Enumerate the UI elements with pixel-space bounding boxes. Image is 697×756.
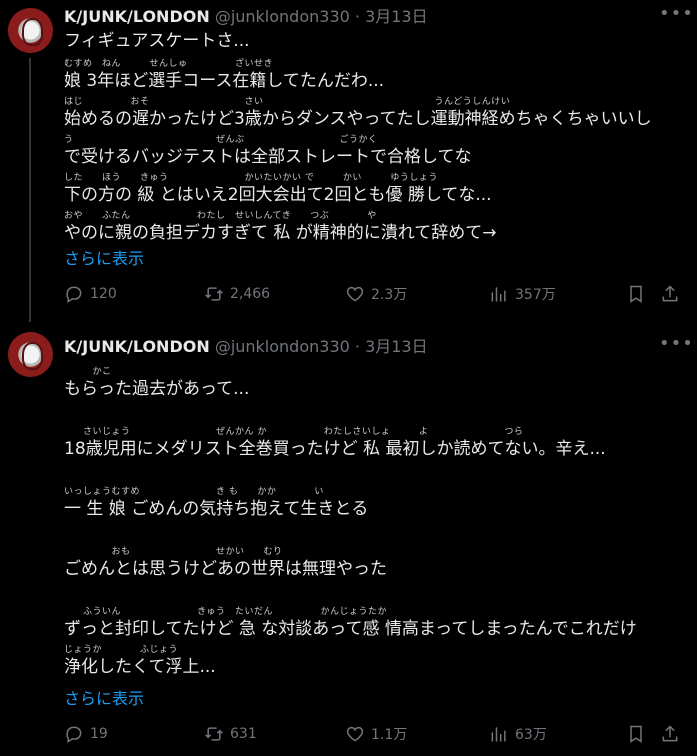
tweet-text: かこもらった過去があって... さいじょう ぜんかん か わたしさいしょ よ つ… xyxy=(64,364,689,677)
share-button[interactable] xyxy=(660,724,680,744)
bookmark-button[interactable] xyxy=(626,724,646,744)
text-line: はじ おそ さい うんどうしんけい始めるの遅かったけど3歳からダンスやってたし運… xyxy=(64,94,689,132)
ruby-text: ふういん きゅう たいだん かんじょうたか xyxy=(64,607,388,617)
text-line: じょうか ふじょう浄化したくて浮上... xyxy=(64,642,689,677)
views-count: 357万 xyxy=(515,287,556,303)
author-name[interactable]: K/JUNK/LONDON xyxy=(64,7,210,26)
text-line: う ぜんぶ ごうかくで受けるバッジテストは全部ストレートで合格してな xyxy=(64,132,689,170)
bookmark-icon xyxy=(630,285,642,303)
ruby-text: むすめ ねん せんしゅ ざいせき xyxy=(64,59,274,69)
heart-icon xyxy=(346,726,364,742)
avatar[interactable] xyxy=(8,8,53,53)
views-icon xyxy=(491,287,506,302)
tweet-text: フィギュアスケートさ... むすめ ねん せんしゅ ざいせき 娘 3年ほど選手コ… xyxy=(64,30,689,246)
ruby-text: した ほう きゅう かいたいかい で かい ゆうしょう xyxy=(64,173,438,183)
more-icon[interactable]: ••• xyxy=(659,5,693,28)
retweet-icon xyxy=(205,287,223,301)
more-icon[interactable]: ••• xyxy=(659,335,693,358)
avatar[interactable] xyxy=(8,332,53,377)
text-line: ふういん きゅう たいだん かんじょうたかずっと封印してたけど 急 な対談あって… xyxy=(64,604,689,642)
action-bar: 19 631 1.1万 63万 xyxy=(64,724,685,746)
retweet-button[interactable]: 2,466 xyxy=(204,284,270,304)
retweet-icon xyxy=(205,727,223,741)
tweet-header: K/JUNK/LONDON @junklondon330 · 3月13日 xyxy=(64,337,428,357)
views-button[interactable]: 357万 xyxy=(489,284,556,304)
line-text: もらった過去があって... xyxy=(64,379,250,399)
handle-date[interactable]: @junklondon330 · 3月13日 xyxy=(215,337,428,356)
line-text: 浄化したくて浮上... xyxy=(64,657,216,677)
retweet-count: 2,466 xyxy=(230,286,271,302)
retweet-button[interactable]: 631 xyxy=(204,724,257,744)
text-line: フィギュアスケートさ... xyxy=(64,30,689,56)
retweet-count: 631 xyxy=(230,726,257,742)
bookmark-button[interactable] xyxy=(626,284,646,304)
text-line: おや ふたん わたし せいしんてき つぶ ややのに親の負担デカすぎて 私 が精神… xyxy=(64,208,689,246)
views-icon xyxy=(491,727,506,742)
tweet[interactable]: K/JUNK/LONDON @junklondon330 · 3月13日 •••… xyxy=(0,0,697,322)
like-button[interactable]: 1.1万 xyxy=(345,724,407,744)
ruby-text: はじ おそ さい うんどうしんけい xyxy=(64,97,511,107)
text-line: むすめ ねん せんしゅ ざいせき 娘 3年ほど選手コース在籍してたんだわ... xyxy=(64,56,689,94)
reply-count: 19 xyxy=(90,726,108,742)
line-text: ごめんとは思うけどあの世界は無理やった xyxy=(64,559,387,579)
share-button[interactable] xyxy=(660,284,680,304)
reply-button[interactable]: 19 xyxy=(64,724,108,744)
line-text: 18歳児用にメダリスト全巻買ったけど 私 最初しか読めてない。辛え... xyxy=(64,439,606,459)
heart-icon xyxy=(346,286,364,302)
reply-count: 120 xyxy=(90,286,117,302)
ruby-text: おも せかい むり xyxy=(64,547,283,557)
thread-line xyxy=(29,58,31,322)
share-icon xyxy=(662,285,678,302)
reply-icon xyxy=(66,286,82,303)
show-more-link[interactable]: さらに表示 xyxy=(64,245,144,269)
ruby-text: じょうか ふじょう xyxy=(64,645,179,655)
share-icon xyxy=(662,725,678,742)
text-line: おも せかい むりごめんとは思うけどあの世界は無理やった xyxy=(64,544,689,582)
line-text: 下の方の 級 とはいえ2回大会出て2回とも優 勝してな... xyxy=(64,185,492,205)
ruby-text: かこ xyxy=(64,367,112,377)
reply-button[interactable]: 120 xyxy=(64,284,117,304)
action-bar: 120 2,466 2.3万 357万 xyxy=(64,284,685,306)
text-line: さいじょう ぜんかん か わたしさいしょ よ つら 18歳児用にメダリスト全巻買っ… xyxy=(64,424,689,462)
text-line: かこもらった過去があって... xyxy=(64,364,689,402)
handle-date[interactable]: @junklondon330 · 3月13日 xyxy=(215,7,428,26)
text-line: いっしょうむすめ き も かか い一 生 娘 ごめんの気持ち抱えて生きとる xyxy=(64,484,689,522)
views-button[interactable]: 63万 xyxy=(489,724,547,744)
line-text: 娘 3年ほど選手コース在籍してたんだわ... xyxy=(64,71,385,91)
like-count: 2.3万 xyxy=(371,287,408,303)
text-line: した ほう きゅう かいたいかい で かい ゆうしょう下の方の 級 とはいえ2回… xyxy=(64,170,689,208)
show-more-link[interactable]: さらに表示 xyxy=(64,685,144,709)
ruby-text: さいじょう ぜんかん か わたしさいしょ よ つら xyxy=(64,427,524,437)
line-text: フィギュアスケートさ... xyxy=(64,31,250,51)
tweet[interactable]: K/JUNK/LONDON @junklondon330 · 3月13日 •••… xyxy=(0,322,697,756)
tweet-header: K/JUNK/LONDON @junklondon330 · 3月13日 xyxy=(64,7,428,27)
bookmark-icon xyxy=(630,725,642,743)
ruby-text: う ぜんぶ ごうかく xyxy=(64,135,378,145)
line-text: で受けるバッジテストは全部ストレートで合格してな xyxy=(64,147,472,167)
views-count: 63万 xyxy=(515,727,547,743)
line-text: ずっと封印してたけど 急 な対談あって感 情高まってしまったんでこれだけ xyxy=(64,619,637,639)
line-text: 始めるの遅かったけど3歳からダンスやってたし運動神経めちゃくちゃいいし xyxy=(64,109,652,129)
line-text: やのに親の負担デカすぎて 私 が精神的に潰れて辞めて→ xyxy=(64,223,497,243)
reply-icon xyxy=(66,726,82,743)
ruby-text: おや ふたん わたし せいしんてき つぶ や xyxy=(64,211,377,221)
author-name[interactable]: K/JUNK/LONDON xyxy=(64,337,210,356)
line-text: 一 生 娘 ごめんの気持ち抱えて生きとる xyxy=(64,499,369,519)
like-button[interactable]: 2.3万 xyxy=(345,284,407,304)
like-count: 1.1万 xyxy=(371,727,408,743)
ruby-text: いっしょうむすめ き も かか い xyxy=(64,487,324,497)
